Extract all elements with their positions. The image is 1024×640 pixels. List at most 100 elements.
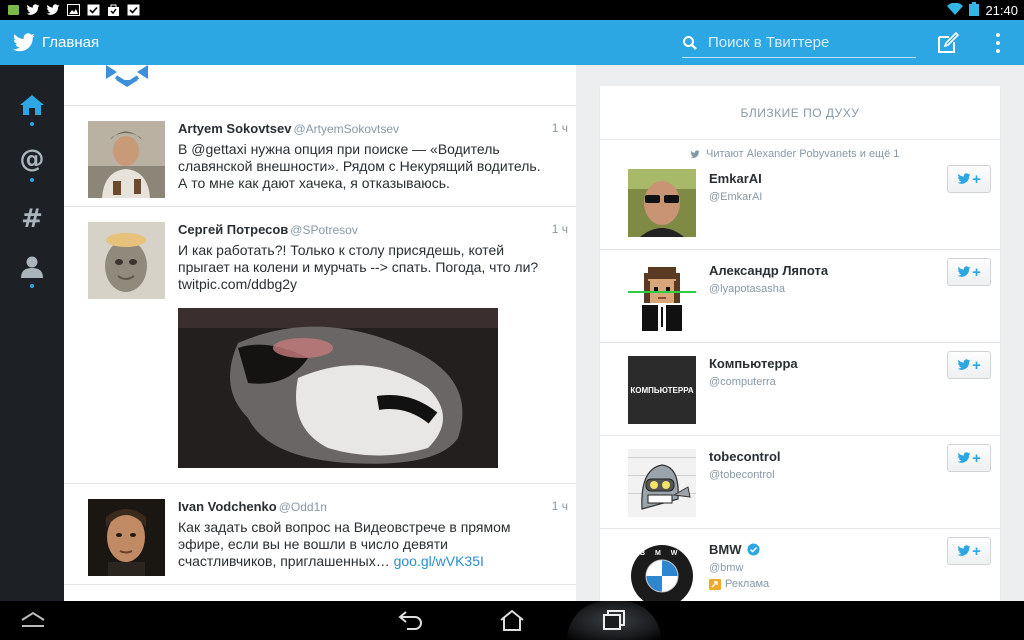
active-indicator	[30, 122, 34, 126]
promoted-icon	[709, 578, 721, 590]
page-title[interactable]: Главная	[42, 34, 99, 51]
tweet-body: Сергей Потресов @SPotresov И как работать…	[178, 221, 548, 293]
tweet[interactable]: Ivan Vodchenko @Odd1n Как задать свой воп…	[64, 484, 576, 585]
sidebar-item-discover[interactable]: #	[0, 191, 64, 245]
follow-button[interactable]: +	[947, 258, 991, 286]
suggested-user[interactable]: Александр Ляпота @lyapotasasha +	[600, 250, 1000, 343]
follow-plus: +	[972, 449, 981, 467]
suggested-user-name[interactable]: tobecontrol	[709, 449, 781, 464]
suggested-user-handle: @lyapotasasha	[709, 283, 785, 295]
tweet-time: 1 ч	[551, 121, 568, 135]
at-icon: @	[20, 146, 45, 172]
tweet-time: 1 ч	[551, 499, 568, 513]
tweet-author-name[interactable]: Ivan Vodchenko	[178, 499, 277, 514]
tweet-author-name[interactable]: Artyem Sokovtsev	[178, 121, 291, 136]
promoted-text: Реклама	[725, 578, 770, 590]
suggested-user-handle: @bmw	[709, 562, 744, 574]
suggested-user-name[interactable]: EmkarAI	[709, 171, 762, 186]
overflow-menu-icon[interactable]	[988, 30, 1008, 56]
suggested-user[interactable]: EmkarAI @EmkarAI +	[600, 140, 1000, 250]
home-icon	[20, 95, 44, 115]
timeline[interactable]: Artyem Sokovtsev @ArtyemSokovtsev В @gett…	[64, 65, 576, 601]
twitter-bird-icon	[957, 173, 971, 184]
svg-text:@: @	[20, 146, 45, 172]
twitter-bird-icon	[957, 359, 971, 370]
verified-badge-icon	[746, 543, 760, 556]
home-button[interactable]	[497, 607, 527, 633]
avatar[interactable]	[628, 263, 696, 331]
hashtag-icon: #	[21, 206, 43, 230]
status-bar: 21:40	[0, 0, 1024, 20]
card-title: БЛИЗКИЕ ПО ДУХУ	[600, 86, 1000, 140]
person-icon	[21, 256, 43, 278]
avatar-logo-text: КОМПЬЮТЕРРА	[630, 385, 694, 395]
follow-plus: +	[972, 263, 981, 281]
system-navigation-bar	[0, 601, 1024, 640]
tweet-author-handle[interactable]: @Odd1n	[279, 500, 327, 514]
twitter-notification-icon	[46, 4, 60, 17]
check-icon	[126, 4, 140, 17]
follow-button[interactable]: +	[947, 351, 991, 379]
tweet-author-handle[interactable]: @ArtyemSokovtsev	[293, 122, 399, 136]
compose-icon[interactable]	[936, 31, 960, 55]
follow-plus: +	[972, 356, 981, 374]
home-outline-icon	[500, 609, 524, 631]
chevron-up-icon	[21, 611, 45, 627]
sidebar-item-connect[interactable]: @	[0, 137, 64, 191]
tweet-text: Как задать свой вопрос на Видеовстрече в…	[178, 519, 550, 570]
avatar[interactable]	[88, 121, 165, 198]
unread-indicator	[30, 284, 34, 288]
svg-text:#: #	[21, 206, 43, 230]
avatar[interactable]: КОМПЬЮТЕРРА	[628, 356, 696, 424]
suggested-user[interactable]: КОМПЬЮТЕРРА Компьютерра @computerra +	[600, 343, 1000, 436]
unread-indicator	[30, 178, 34, 182]
action-bar: Главная	[0, 20, 1024, 65]
sidebar: @ #	[0, 65, 64, 601]
bag-icon	[106, 4, 120, 17]
suggested-user-handle: @EmkarAI	[709, 191, 763, 203]
follow-button[interactable]: +	[947, 444, 991, 472]
search-input[interactable]	[708, 34, 908, 51]
recent-apps-button[interactable]	[599, 607, 629, 633]
tweet-body: Ivan Vodchenko @Odd1n Как задать свой воп…	[178, 498, 548, 570]
system-menu-button[interactable]	[18, 607, 48, 633]
tweet[interactable]: Artyem Sokovtsev @ArtyemSokovtsev В @gett…	[64, 106, 576, 207]
follow-plus: +	[972, 542, 981, 560]
twitter-bird-icon	[957, 452, 971, 463]
suggested-user-handle: @computerra	[709, 376, 776, 388]
sidebar-item-home[interactable]	[0, 83, 64, 137]
suggested-user[interactable]: tobecontrol @tobecontrol +	[600, 436, 1000, 529]
suggested-user-handle: @tobecontrol	[709, 469, 775, 481]
wifi-icon	[947, 2, 964, 18]
avatar[interactable]	[88, 499, 165, 576]
clock: 21:40	[985, 2, 1018, 18]
avatar-logo-text: B M W	[640, 550, 682, 557]
avatar[interactable]	[628, 169, 696, 237]
suggested-user[interactable]: B M W BMW @bmw Реклама +	[600, 529, 1000, 601]
follow-button[interactable]: +	[947, 537, 991, 565]
suggested-user-name[interactable]: BMW	[709, 542, 760, 557]
avatar[interactable]	[628, 449, 696, 517]
twitter-logo-icon[interactable]	[12, 31, 36, 55]
main-area: Artyem Sokovtsev @ArtyemSokovtsev В @gett…	[64, 65, 1024, 601]
sidebar-item-me[interactable]	[0, 245, 64, 299]
tweet-partial[interactable]	[64, 65, 576, 106]
tweet-author-handle[interactable]: @SPotresov	[290, 223, 358, 237]
search-icon	[683, 35, 697, 50]
follow-button[interactable]: +	[947, 165, 991, 193]
back-button[interactable]	[396, 607, 426, 633]
suggested-user-name[interactable]: Александр Ляпота	[709, 263, 828, 278]
tweet-link[interactable]: goo.gl/wVK35I	[394, 553, 484, 569]
tweet-author-name[interactable]: Сергей Потресов	[178, 222, 288, 237]
image-icon	[66, 4, 80, 17]
battery-icon	[969, 1, 980, 19]
suggested-user-name[interactable]: Компьютерра	[709, 356, 798, 371]
tweet-time: 1 ч	[551, 222, 568, 236]
tweet[interactable]: Сергей Потресов @SPotresov И как работать…	[64, 207, 576, 484]
avatar[interactable]	[88, 222, 165, 299]
search-box[interactable]	[682, 28, 916, 58]
sim-icon	[6, 4, 20, 17]
tweet-photo[interactable]	[178, 308, 498, 468]
tweet-text: И как работать?! Только к столу присядеш…	[178, 242, 539, 292]
avatar[interactable]: B M W	[628, 542, 696, 601]
